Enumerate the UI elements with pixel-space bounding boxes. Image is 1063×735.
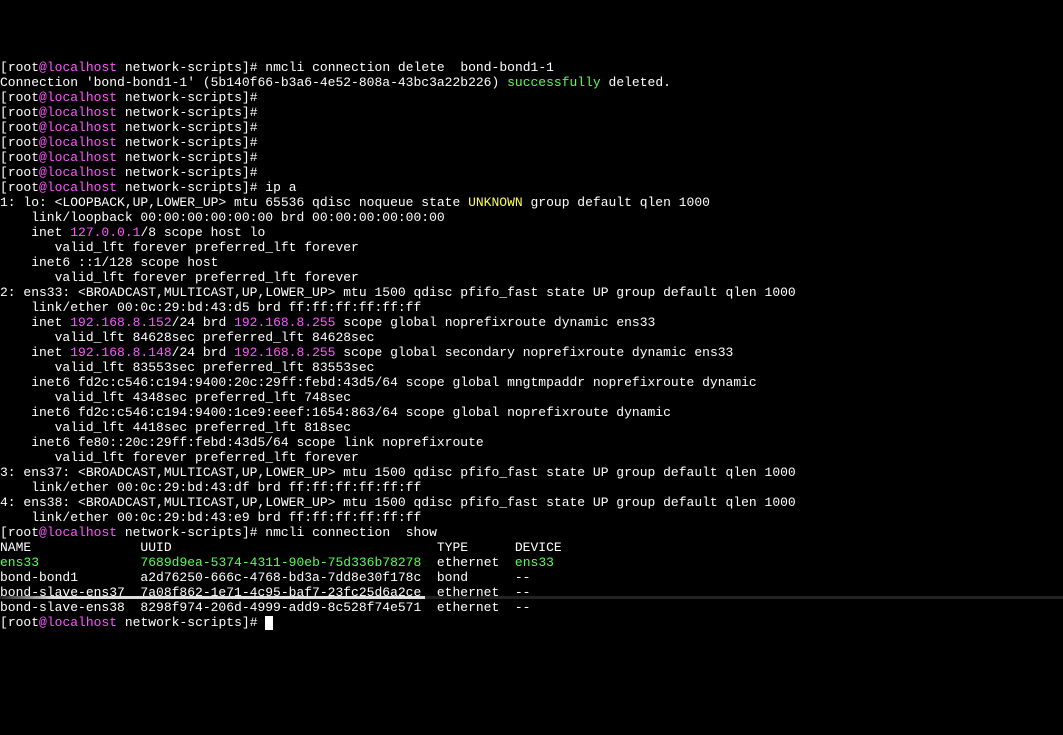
iface-ens37-link: link/ether 00:0c:29:bd:43:df brd ff:ff:f… bbox=[0, 480, 421, 495]
terminal-output[interactable]: [root@localhost network-scripts]# nmcli … bbox=[0, 60, 1063, 630]
iface-ens33-valid4: valid_lft 4418sec preferred_lft 818sec bbox=[0, 420, 351, 435]
iface-lo-inet6: inet6 ::1/128 scope host bbox=[0, 255, 226, 270]
prompt-empty-5: [root@localhost network-scripts]# bbox=[0, 150, 265, 165]
table-row-bond1: bond-bond1 a2d76250-666c-4768-bd3a-7dd8e… bbox=[0, 570, 570, 585]
prompt-user: root bbox=[8, 60, 39, 75]
prompt-bracket: [ bbox=[0, 60, 8, 75]
prompt-empty-4: [root@localhost network-scripts]# bbox=[0, 135, 265, 150]
command-show: nmcli connection show bbox=[265, 525, 437, 540]
iface-lo-valid2: valid_lft forever preferred_lft forever bbox=[0, 270, 359, 285]
state-unknown: UNKNOWN bbox=[468, 195, 523, 210]
iface-ens33-valid1: valid_lft 84628sec preferred_lft 84628se… bbox=[0, 330, 374, 345]
iface-ens33-head: 2: ens33: <BROADCAST,MULTICAST,UP,LOWER_… bbox=[0, 285, 796, 300]
command-ipa: ip a bbox=[265, 180, 296, 195]
prompt-empty-6: [root@localhost network-scripts]# bbox=[0, 165, 265, 180]
iface-ens33-inet6a: inet6 fd2c:c546:c194:9400:20c:29ff:febd:… bbox=[0, 375, 765, 390]
prompt-at: @ bbox=[39, 60, 47, 75]
prompt-current[interactable]: [root@localhost network-scripts]# bbox=[0, 615, 273, 630]
iface-lo-inet: inet 127.0.0.1/8 scope host lo bbox=[0, 225, 265, 240]
iface-ens33-valid3: valid_lft 4348sec preferred_lft 748sec bbox=[0, 390, 351, 405]
iface-ens33-valid2: valid_lft 83553sec preferred_lft 83553se… bbox=[0, 360, 374, 375]
iface-lo-link: link/loopback 00:00:00:00:00:00 brd 00:0… bbox=[0, 210, 445, 225]
prompt-path: network-scripts bbox=[117, 60, 242, 75]
command-delete: nmcli connection delete bond-bond1-1 bbox=[265, 60, 554, 75]
iface-ens33-inet1: inet 192.168.8.152/24 brd 192.168.8.255 … bbox=[0, 315, 655, 330]
iface-ens33-inet2: inet 192.168.8.148/24 brd 192.168.8.255 … bbox=[0, 345, 733, 360]
iface-lo-valid1: valid_lft forever preferred_lft forever bbox=[0, 240, 359, 255]
iface-ens33-valid5: valid_lft forever preferred_lft forever bbox=[0, 450, 359, 465]
table-row-ens33: ens33 7689d9ea-5374-4311-90eb-75d336b782… bbox=[0, 555, 570, 570]
cursor-icon bbox=[265, 616, 273, 630]
status-success: successfully bbox=[507, 75, 601, 90]
table-row-slave38: bond-slave-ens38 8298f974-206d-4999-add9… bbox=[0, 600, 570, 615]
prompt-empty-1: [root@localhost network-scripts]# bbox=[0, 90, 265, 105]
delete-result: Connection 'bond-bond1-1' (5b140f66-b3a6… bbox=[0, 75, 671, 90]
prompt-show: [root@localhost network-scripts]# nmcli … bbox=[0, 525, 437, 540]
iface-ens33-inet6c: inet6 fe80::20c:29ff:febd:43d5/64 scope … bbox=[0, 435, 491, 450]
prompt-end: ]# bbox=[242, 60, 265, 75]
iface-ens33-link: link/ether 00:0c:29:bd:43:d5 brd ff:ff:f… bbox=[0, 300, 421, 315]
prompt-host: localhost bbox=[47, 60, 117, 75]
iface-ens38-head: 4: ens38: <BROADCAST,MULTICAST,UP,LOWER_… bbox=[0, 495, 796, 510]
iface-ens37-head: 3: ens37: <BROADCAST,MULTICAST,UP,LOWER_… bbox=[0, 465, 796, 480]
iface-lo-head: 1: lo: <LOOPBACK,UP,LOWER_UP> mtu 65536 … bbox=[0, 195, 710, 210]
prompt-ipa: [root@localhost network-scripts]# ip a bbox=[0, 180, 297, 195]
iface-ens38-link: link/ether 00:0c:29:bd:43:e9 brd ff:ff:f… bbox=[0, 510, 421, 525]
prompt-line: [root@localhost network-scripts]# nmcli … bbox=[0, 60, 554, 75]
table-header: NAME UUID TYPE DEVICE bbox=[0, 540, 570, 555]
prompt-empty-2: [root@localhost network-scripts]# bbox=[0, 105, 265, 120]
iface-ens33-inet6b: inet6 fd2c:c546:c194:9400:1ce9:eeef:1654… bbox=[0, 405, 679, 420]
prompt-empty-3: [root@localhost network-scripts]# bbox=[0, 120, 265, 135]
